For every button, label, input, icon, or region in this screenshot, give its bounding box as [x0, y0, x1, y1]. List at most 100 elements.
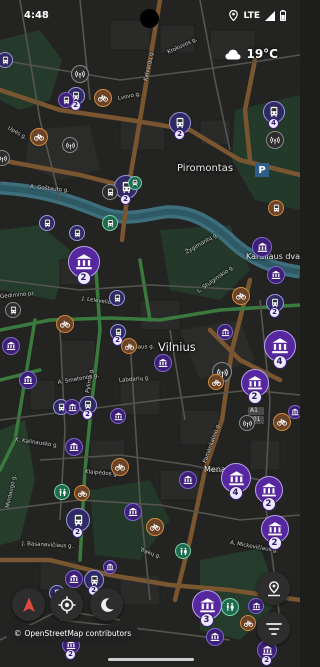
train-marker[interactable] [102, 215, 118, 231]
bus-marker[interactable]: 2 [66, 508, 90, 538]
bank-icon [268, 522, 282, 536]
bike-icon [98, 94, 108, 102]
bike-marker[interactable] [146, 518, 164, 536]
bank-icon [106, 563, 114, 571]
cluster-count-badge: 2 [72, 526, 83, 538]
area-label: Piromontas [177, 163, 234, 174]
filter-button[interactable] [257, 612, 290, 645]
cluster-count-badge: 4 [272, 355, 287, 369]
bus-icon [2, 56, 8, 64]
map-attribution[interactable]: © OpenStreetMap contributors [6, 625, 140, 642]
bank-marker[interactable] [179, 471, 197, 489]
bus-marker[interactable] [102, 184, 118, 200]
bus-marker[interactable] [39, 215, 55, 231]
route-button[interactable] [257, 572, 290, 605]
bank-marker[interactable] [267, 266, 285, 284]
bank-marker[interactable] [252, 237, 272, 257]
bank-icon [76, 254, 92, 270]
camera-cutout [140, 9, 159, 28]
cluster-count-badge: 2 [261, 497, 276, 511]
home-indicator [108, 658, 194, 661]
bank-marker[interactable] [288, 405, 300, 419]
bus-marker[interactable] [58, 92, 74, 108]
temperature: 19°C [246, 47, 278, 61]
weather-widget[interactable]: 19°C [225, 47, 278, 61]
bike-marker[interactable] [30, 128, 48, 146]
bank-marker[interactable] [2, 337, 20, 355]
bike-marker[interactable] [111, 458, 129, 476]
bank-icon [262, 645, 272, 655]
bank-marker[interactable] [206, 628, 224, 646]
toilet-marker[interactable] [175, 543, 191, 559]
map-view[interactable]: Krokuvos g. Kalvarijų g. Lvovo g. Upės g… [0, 0, 300, 667]
location-icon [229, 10, 239, 21]
bank-marker[interactable]: 4 [221, 463, 251, 500]
bank-marker[interactable]: 2 [241, 369, 269, 404]
bike-marker[interactable] [232, 287, 250, 305]
cluster-count-badge: 2 [174, 128, 185, 140]
bank-icon [114, 412, 122, 420]
toilet-marker[interactable] [54, 484, 70, 500]
bank-icon [128, 507, 138, 516]
toilet-icon [59, 488, 66, 496]
bus-icon [63, 96, 69, 104]
train-marker[interactable] [128, 176, 142, 190]
bank-marker[interactable] [103, 560, 117, 574]
bus-marker[interactable]: 2 [266, 294, 284, 318]
bank-icon [262, 483, 276, 497]
bus-marker[interactable] [268, 200, 284, 216]
bank-marker[interactable]: 4 [264, 330, 296, 369]
bus-marker[interactable] [109, 290, 125, 306]
bank-icon [210, 632, 220, 641]
radio-marker[interactable] [62, 137, 78, 153]
bank-marker[interactable]: 3 [192, 590, 222, 627]
bank-icon [158, 358, 168, 367]
bank-marker[interactable] [19, 371, 37, 389]
bus-marker[interactable]: 4 [263, 101, 285, 129]
bus-marker[interactable] [5, 302, 21, 318]
bank-marker[interactable] [217, 324, 233, 340]
bus-icon [270, 106, 278, 117]
bank-marker[interactable] [65, 438, 83, 456]
bus-marker[interactable] [69, 225, 85, 241]
bike-marker[interactable] [208, 374, 224, 390]
bus-marker[interactable]: 2 [84, 570, 104, 596]
bike-marker[interactable] [74, 485, 90, 501]
bank-marker[interactable]: 2 [68, 246, 100, 285]
bus-icon [74, 229, 80, 237]
bike-marker[interactable] [56, 315, 74, 333]
radio-marker[interactable] [239, 415, 255, 431]
bike-icon [60, 320, 70, 328]
bus-marker[interactable]: 2 [110, 324, 126, 346]
cluster-count-badge: 2 [120, 193, 131, 205]
cluster-count-badge: 2 [269, 306, 280, 318]
bank-marker[interactable] [65, 570, 83, 588]
compass-arrow-icon [22, 597, 35, 612]
bank-marker[interactable] [154, 354, 172, 372]
toilet-marker[interactable] [221, 598, 239, 616]
bank-icon [221, 328, 229, 336]
radio-marker[interactable] [266, 131, 284, 149]
bike-marker[interactable] [94, 89, 112, 107]
bike-marker[interactable] [121, 338, 137, 354]
bank-marker[interactable]: 2 [255, 476, 283, 511]
map-base [0, 0, 300, 667]
compass-button[interactable] [12, 588, 45, 621]
bank-icon [272, 338, 288, 354]
bank-marker[interactable] [64, 399, 80, 415]
bank-icon [252, 602, 260, 610]
bus-marker[interactable]: 2 [169, 112, 191, 140]
bank-marker[interactable] [124, 503, 142, 521]
bank-marker[interactable] [110, 408, 126, 424]
signal-icon [265, 10, 275, 21]
locate-button[interactable] [50, 588, 83, 621]
cluster-count-badge: 2 [65, 648, 76, 660]
bike-marker[interactable] [240, 615, 256, 631]
radio-marker[interactable] [71, 65, 89, 83]
network-type: LTE [243, 10, 260, 21]
bus-icon [10, 306, 16, 314]
bank-marker[interactable]: 2 [261, 515, 289, 550]
night-mode-button[interactable] [90, 588, 123, 621]
bus-marker[interactable]: 2 [79, 396, 97, 420]
bus-icon [273, 204, 279, 212]
